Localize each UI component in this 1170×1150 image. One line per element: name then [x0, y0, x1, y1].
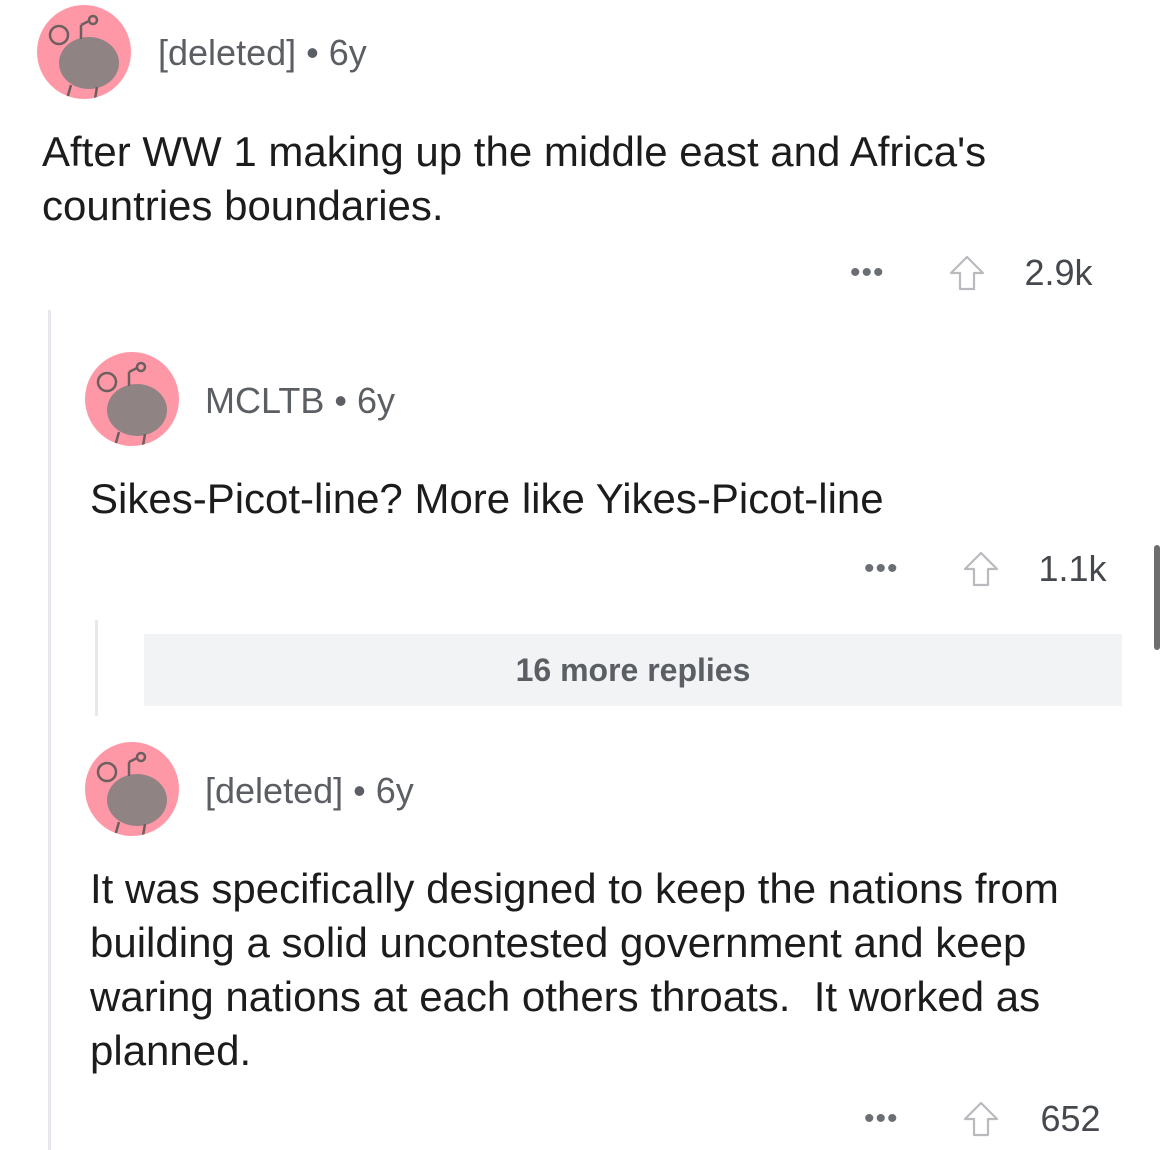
snoo-avatar-icon [96, 751, 167, 836]
comment-age: 6y [328, 32, 367, 73]
thread-line-main[interactable] [48, 310, 51, 1150]
more-replies-label: 16 more replies [515, 651, 751, 688]
vote-score: 2.9k [1024, 252, 1093, 293]
more-options-icon[interactable]: ••• [864, 1102, 899, 1136]
scrollbar[interactable] [1154, 545, 1160, 650]
avatar[interactable] [85, 352, 179, 446]
thread-line-nested[interactable] [95, 620, 98, 716]
comment-actions: ••• 652 [864, 1098, 1101, 1140]
avatar[interactable] [37, 5, 131, 99]
comment-body: After WW 1 making up the middle east and… [42, 128, 987, 229]
comment-meta: [deleted] • 6y [158, 32, 367, 74]
author-name[interactable]: MCLTB [205, 380, 324, 421]
snoo-avatar-icon [48, 14, 119, 99]
author-name[interactable]: [deleted] [158, 32, 296, 73]
meta-separator: • [353, 770, 366, 811]
upvote-arrow-icon[interactable] [961, 1099, 1001, 1139]
more-replies-button[interactable]: 16 more replies [144, 634, 1122, 706]
comment-meta: [deleted] • 6y [205, 770, 414, 812]
vote-score: 1.1k [1038, 548, 1107, 589]
comment-actions: ••• 2.9k [850, 252, 1093, 294]
more-options-icon[interactable]: ••• [850, 256, 885, 290]
comment-actions: ••• 1.1k [864, 548, 1107, 590]
upvote-arrow-icon[interactable] [947, 253, 987, 293]
more-options-icon[interactable]: ••• [864, 552, 899, 586]
upvote-arrow-icon[interactable] [961, 549, 1001, 589]
snoo-avatar-icon [96, 361, 167, 446]
comment-body: Sikes-Picot-line? More like Yikes-Picot-… [90, 475, 884, 522]
vote-score: 652 [1040, 1098, 1101, 1139]
avatar[interactable] [85, 742, 179, 836]
comment-age: 6y [356, 380, 395, 421]
comment-meta: MCLTB • 6y [205, 380, 395, 422]
author-name[interactable]: [deleted] [205, 770, 343, 811]
comment-age: 6y [375, 770, 414, 811]
meta-separator: • [334, 380, 347, 421]
comment-body: It was specifically designed to keep the… [90, 865, 1071, 1074]
meta-separator: • [306, 32, 319, 73]
